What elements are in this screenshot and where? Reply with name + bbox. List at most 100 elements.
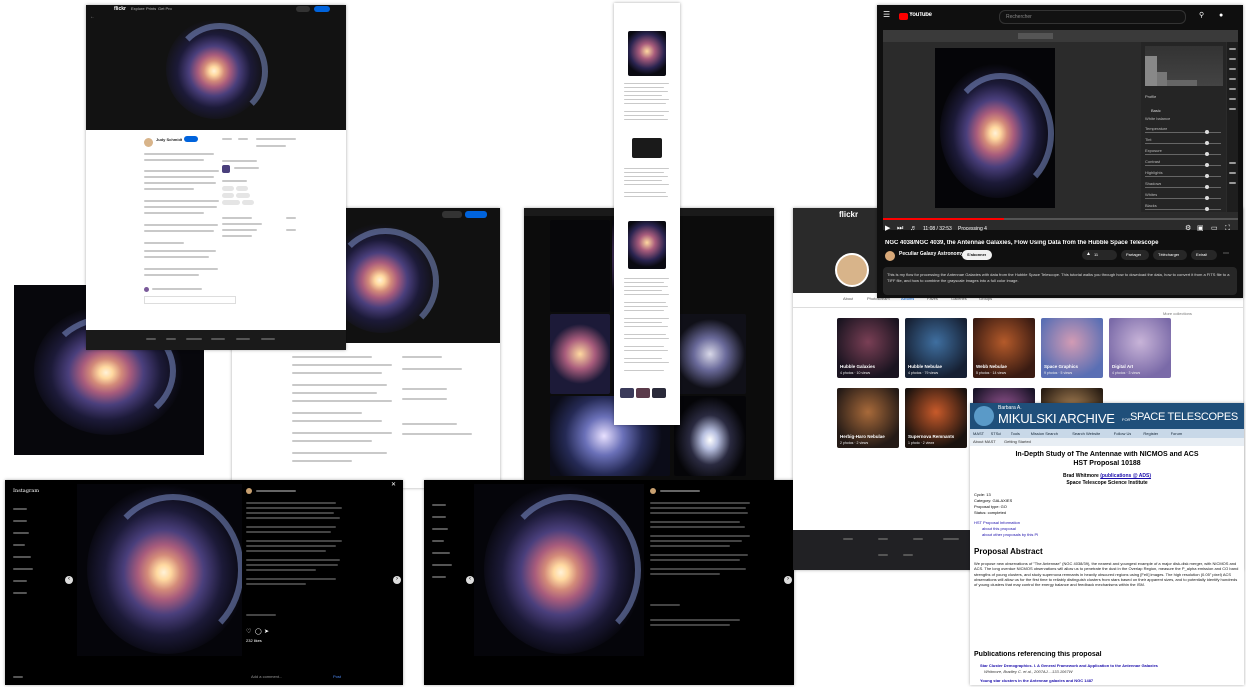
mast-nav-item[interactable]: STScI [991,431,1002,436]
flickr-logo[interactable]: flickr [839,210,858,219]
progress-bar[interactable] [883,218,1238,220]
signup-button[interactable] [465,211,487,218]
instagram-window: Instagram ✕ ‹ › ♡ ◯ ➤ 232 likes Add a co… [5,480,403,685]
slider-track[interactable] [1145,209,1221,210]
slider-handle[interactable] [1205,207,1209,211]
mast-nav-item[interactable]: Mission Search [1031,431,1058,436]
next-post-icon[interactable]: › [784,576,792,584]
channel-avatar[interactable] [885,251,895,261]
slider-handle[interactable] [1205,152,1209,156]
share-icon[interactable]: ➤ [264,629,269,635]
slider-track[interactable] [1145,132,1221,133]
slider-handle[interactable] [1205,163,1209,167]
album-tile[interactable]: Webb Nebulae 5 photos · 14 views [973,318,1035,378]
settings-icon[interactable]: ⚙ [1185,225,1191,232]
youtube-logo-icon[interactable] [899,13,908,20]
mast-nav-item[interactable]: Search Website [1072,431,1100,436]
add-comment-input[interactable]: Add a comment... [251,674,282,679]
subscribe-button[interactable]: S'abonner [962,250,992,260]
mast-nav-item[interactable]: Register [1143,431,1158,436]
comment-icon[interactable]: ◯ [255,629,262,635]
menu-icon[interactable]: ☰ [883,11,890,19]
owner-name[interactable]: Judy Schmidt [156,137,182,142]
channel-name[interactable]: Peculiar Galaxy Astronomy [899,251,964,257]
mast-nav-item[interactable]: Follow Us [1114,431,1132,436]
publication-1-title[interactable]: Star Cluster Demographics. I. A General … [980,663,1242,668]
microphone-icon[interactable]: ● [1219,12,1223,19]
album-tile[interactable]: Supernova Remnants 1 photo · 2 views [905,388,967,448]
login-button[interactable] [296,6,310,12]
white-balance-label: White balance [1145,116,1171,121]
mast-title[interactable]: MIKULSKI ARCHIVE [998,411,1115,426]
flickr-logo[interactable]: flickr [114,6,126,12]
previous-post-icon[interactable]: ‹ [65,576,73,584]
previous-post-icon[interactable]: ‹ [466,576,474,584]
play-icon[interactable]: ▶ [885,225,890,232]
post-comment-button[interactable]: Post [333,674,341,679]
subnav-about[interactable]: About MAST [973,439,996,444]
basic-section[interactable]: Basic [1151,108,1161,113]
video-description[interactable]: This is my flow for processing the Anten… [883,267,1237,295]
login-button[interactable] [442,211,462,218]
avatar[interactable] [835,253,869,287]
slider-handle[interactable] [1205,196,1209,200]
mast-nav-item[interactable]: MAST [973,431,984,436]
share-label: Partager [1126,252,1142,257]
theater-icon[interactable]: ▭ [1211,225,1218,232]
heart-icon[interactable]: ♡ [246,629,251,635]
tab-about[interactable]: About [843,296,853,301]
pi-name: Brad Whitmore [1062,473,1099,479]
like-button[interactable]: ▲ 11 [1082,250,1117,260]
album-tile[interactable]: Space Graphics 9 photos · 5 views [1041,318,1103,378]
slider-track[interactable] [1145,198,1221,199]
nav-prints[interactable]: Prints [146,6,156,11]
publication-1-authors: Whitmore, Bradley C. et al., 2007AJ....1… [984,669,1073,674]
download-button[interactable]: Télécharger [1153,250,1187,260]
slider-handle[interactable] [1205,185,1209,189]
publication-2-title[interactable]: Young star clusters in the Antennae gala… [980,678,1242,683]
fullscreen-icon[interactable]: ⛶ [1225,225,1230,232]
search-icon[interactable]: ⚲ [1199,12,1204,19]
clip-button[interactable]: Extrait [1191,250,1217,260]
album-tile[interactable]: Hubble Galaxies 4 photos · 10 views [837,318,899,378]
volume-icon[interactable]: ♬ [910,225,917,232]
slider-track[interactable] [1145,154,1221,155]
slider-track[interactable] [1145,187,1221,188]
album-tile[interactable]: Digital Art 4 photos · 3 views [1109,318,1171,378]
share-button[interactable]: Partager [1121,250,1149,260]
signup-button[interactable] [314,6,330,12]
next-icon[interactable]: ⏭ [897,225,903,232]
album-tile[interactable]: Hubble Nebulae 4 photos · 79 views [905,318,967,378]
more-collections-link[interactable]: More collections [1163,311,1192,316]
chapter-label[interactable]: Processing 4 [958,226,987,232]
slider-label: Tint [1145,137,1152,142]
follow-button[interactable] [184,136,198,142]
nav-get-pro[interactable]: Get Pro [158,6,172,11]
youtube-logo[interactable]: YouTube [909,12,932,18]
album-name: Supernova Remnants [908,434,955,439]
search-input[interactable]: Rechercher [999,10,1186,24]
mast-nav-item[interactable]: Tools [1011,431,1020,436]
slider-handle[interactable] [1205,130,1209,134]
pi-publications-link[interactable]: (publications @ ADS) [1100,473,1151,479]
mast-nav-item[interactable]: Forum [1171,431,1183,436]
album-tile[interactable]: Herbig-Haro Nebulae 2 photos · 2 views [837,388,899,448]
video-player[interactable]: Profile Basic White balance Temperature T… [883,30,1238,230]
close-icon[interactable]: ✕ [391,482,396,488]
subnav-getting-started[interactable]: Getting Started [1004,439,1031,444]
miniplayer-icon[interactable]: ▣ [1197,225,1204,232]
slider-track[interactable] [1145,165,1221,166]
next-post-icon[interactable]: › [393,576,401,584]
back-arrow-icon[interactable]: ← [90,15,95,20]
slider-handle[interactable] [1205,141,1209,145]
hst-proposal-info-link[interactable]: HST Proposal Information [974,520,1020,525]
slider-track[interactable] [1145,143,1221,144]
avatar[interactable] [144,138,153,147]
about-proposal-link[interactable]: about this proposal [982,526,1016,531]
nav-explore[interactable]: Explore [131,6,145,11]
slider-handle[interactable] [1205,174,1209,178]
slider-track[interactable] [1145,176,1221,177]
other-proposals-link[interactable]: about other proposals by this PI [982,532,1038,537]
instagram-logo[interactable]: Instagram [13,488,39,494]
more-actions-icon[interactable]: ⋯ [1223,251,1229,257]
